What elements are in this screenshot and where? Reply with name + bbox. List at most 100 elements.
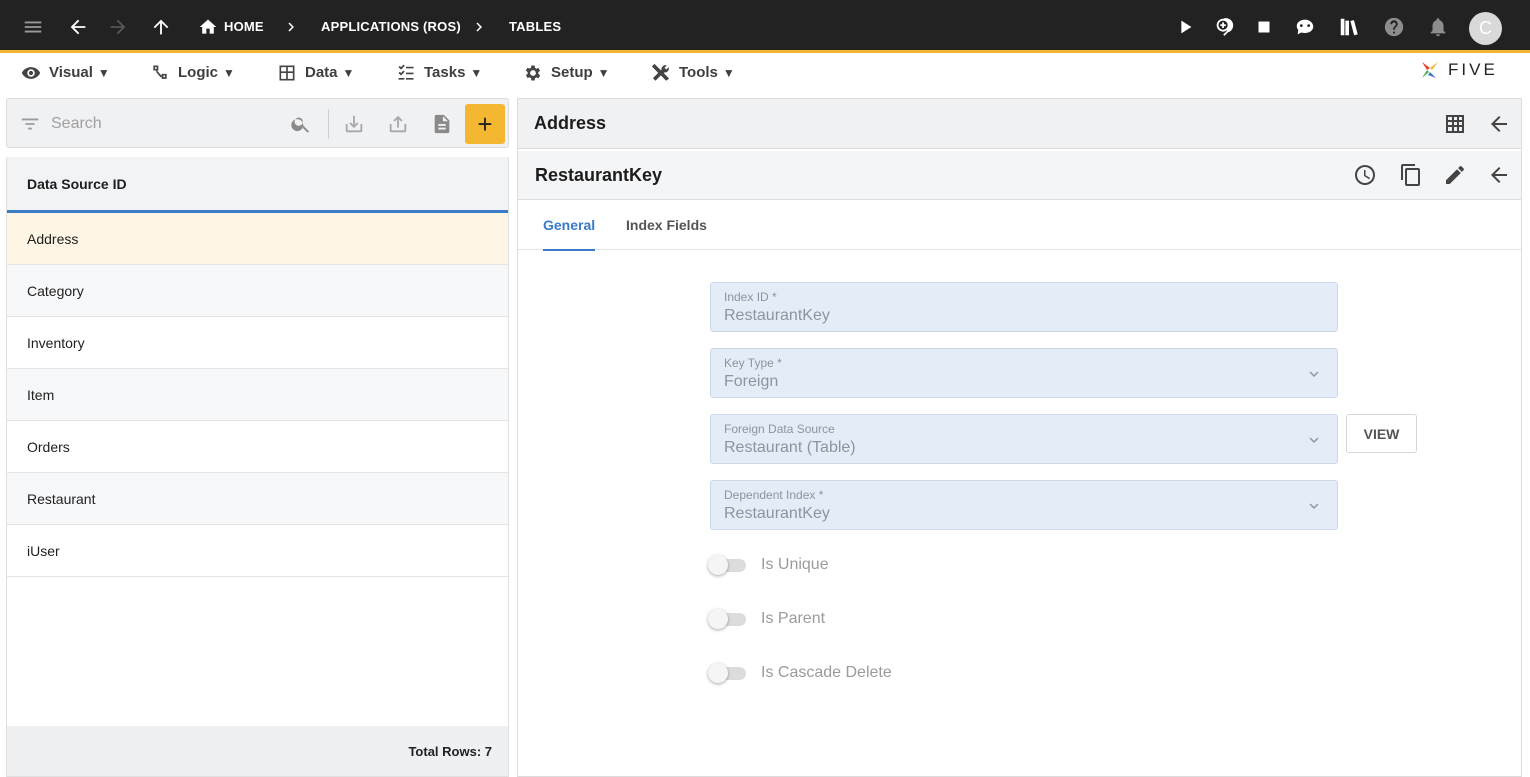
record-header: RestaurantKey [518,151,1521,200]
is-parent-row: Is Parent [708,607,825,631]
edit-icon[interactable] [1440,160,1470,190]
foreign-data-source-value: Restaurant (Table) [724,439,856,456]
chevron-down-icon [1305,497,1323,515]
tab-index-fields-label: Index Fields [626,217,707,233]
library-icon[interactable] [1332,0,1366,53]
chevron-right-icon [470,0,488,53]
index-id-field[interactable]: Index ID * RestaurantKey [710,282,1338,332]
hamburger-menu-icon[interactable] [16,0,50,53]
breadcrumb-home[interactable]: HOME [198,0,264,53]
user-avatar[interactable]: C [1469,12,1502,45]
chat-bot-icon[interactable] [1288,0,1322,53]
five-logo-text: FIVE [1448,60,1498,79]
tab-active-indicator [543,249,596,251]
dependent-index-select[interactable]: Dependent Index * RestaurantKey [710,480,1338,530]
is-cascade-delete-label: Is Cascade Delete [761,664,892,681]
list-item[interactable]: Address [7,213,508,265]
back-arrow-icon[interactable] [61,0,95,53]
menu-data[interactable]: Data ▼ [277,56,354,89]
list-item[interactable]: Restaurant [7,473,508,525]
is-parent-toggle[interactable] [708,609,746,629]
document-icon[interactable] [429,111,455,137]
detail-header: Address [518,99,1521,149]
list-item[interactable]: Category [7,265,508,317]
detail-title: Address [534,113,607,133]
breadcrumb-tables[interactable]: TABLES [509,0,561,53]
plus-icon: + [477,109,493,139]
up-arrow-icon[interactable] [144,0,178,53]
is-cascade-delete-row: Is Cascade Delete [708,661,892,685]
play-icon[interactable] [1168,0,1202,53]
breadcrumb-applications[interactable]: APPLICATIONS (ROS) [321,0,461,53]
caret-down-icon: ▼ [223,65,235,80]
list-item[interactable]: Inventory [7,317,508,369]
menu-setup-label: Setup [551,64,593,81]
copy-icon[interactable] [1396,160,1426,190]
export-icon[interactable] [385,111,411,137]
help-icon[interactable] [1377,0,1411,53]
stop-icon[interactable] [1247,0,1281,53]
search-input[interactable] [51,111,281,137]
menu-tasks[interactable]: Tasks ▼ [396,56,482,89]
toolbar-divider [328,109,329,139]
gear-icon [525,65,541,80]
back-arrow-icon[interactable] [1484,109,1514,139]
tools-icon [651,63,670,81]
menu-visual-label: Visual [49,64,93,81]
tab-bar: General Index Fields [518,200,1521,251]
back-arrow-icon[interactable] [1484,160,1514,190]
forward-arrow-icon[interactable] [101,0,135,53]
total-rows: Total Rows: 7 [7,726,508,776]
is-unique-toggle[interactable] [708,555,746,575]
is-cascade-delete-toggle[interactable] [708,663,746,683]
list-item[interactable]: Orders [7,421,508,473]
menu-logic[interactable]: Logic ▼ [150,56,235,89]
data-source-list: Data Source ID Address Category Inventor… [6,157,509,777]
menu-tools[interactable]: Tools ▼ [651,56,735,89]
menu-bar: Visual ▼ Logic ▼ Data ▼ Tasks ▼ Setup ▼ Tools… [0,56,1530,92]
menu-setup[interactable]: Setup ▼ [523,56,610,89]
breadcrumb-home-label: HOME [224,19,264,34]
debug-search-icon[interactable] [1207,0,1241,53]
history-icon[interactable] [1350,160,1380,190]
add-button[interactable]: + [465,104,505,144]
index-id-value: RestaurantKey [724,307,830,324]
view-button[interactable]: VIEW [1346,414,1417,453]
chevron-right-icon [282,0,300,53]
caret-down-icon: ▼ [470,65,483,80]
import-icon[interactable] [341,111,367,137]
menu-tasks-label: Tasks [424,64,466,81]
menu-tools-label: Tools [679,64,718,81]
record-title: RestaurantKey [535,164,663,185]
tab-index-fields[interactable]: Index Fields [626,200,707,250]
dependent-index-value: RestaurantKey [724,505,830,522]
table-icon [279,65,295,80]
toggle-knob [708,609,728,629]
breadcrumb-tables-label: TABLES [509,19,562,34]
toggle-knob [708,663,728,683]
list-panel: + Data Source ID Address Category Invent… [6,98,509,777]
is-unique-row: Is Unique [708,553,829,577]
key-type-select[interactable]: Key Type * Foreign [710,348,1338,398]
foreign-data-source-select[interactable]: Foreign Data Source Restaurant (Table) [710,414,1338,464]
chevron-down-icon [1305,431,1323,449]
five-logo-mark-icon [1422,62,1438,78]
search-icon[interactable] [288,111,314,137]
filter-icon[interactable] [19,113,41,135]
detail-panel: Address RestaurantKey General Index Fiel… [517,98,1522,777]
index-id-label: Index ID * [724,290,777,304]
bell-icon[interactable] [1421,0,1455,53]
tab-general[interactable]: General [543,200,596,251]
menu-data-label: Data [305,64,338,81]
menu-visual[interactable]: Visual ▼ [21,56,110,89]
is-unique-label: Is Unique [761,556,829,573]
list-item[interactable]: Item [7,369,508,421]
five-logo: FIVE [1418,58,1498,82]
caret-down-icon: ▼ [597,65,610,80]
menu-logic-label: Logic [178,64,218,81]
list-item[interactable]: iUser [7,525,508,577]
grid-view-icon[interactable] [1440,109,1470,139]
list-toolbar: + [6,98,509,148]
column-header[interactable]: Data Source ID [7,157,508,213]
logic-icon [153,65,167,79]
